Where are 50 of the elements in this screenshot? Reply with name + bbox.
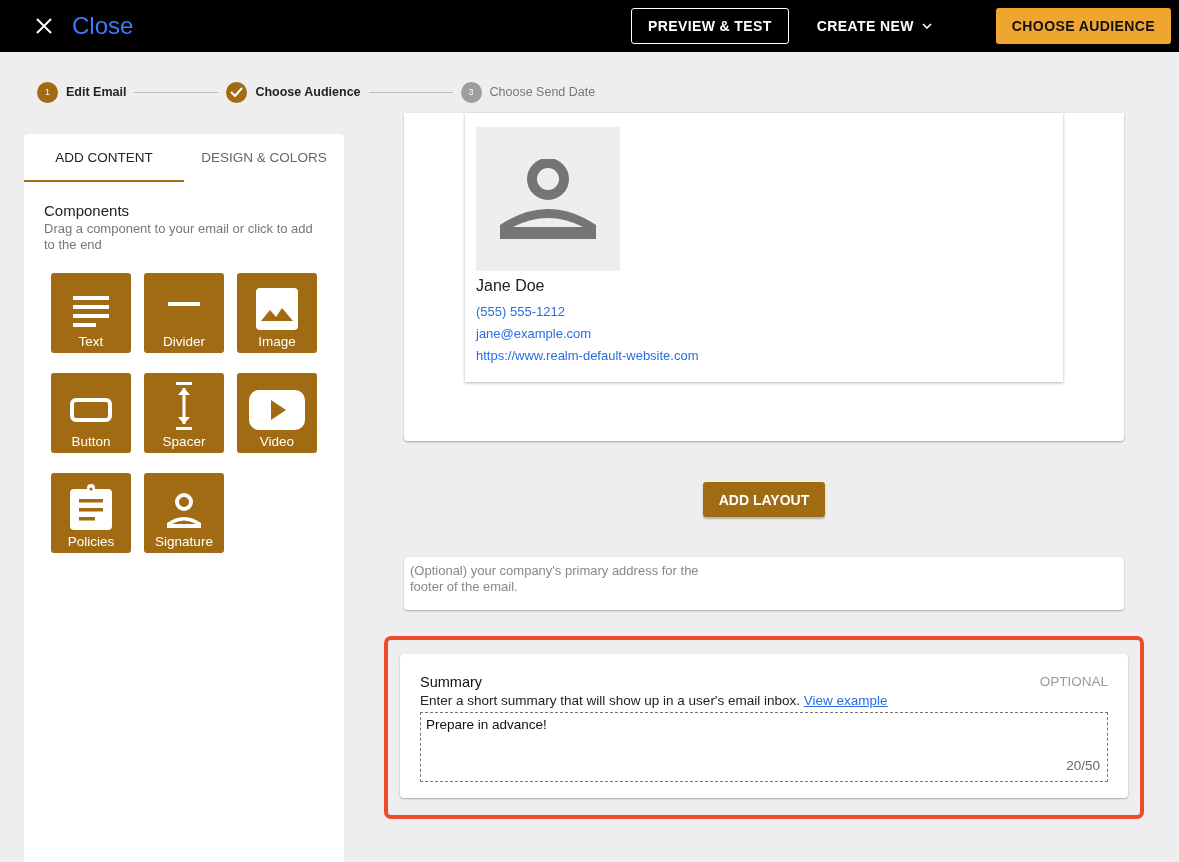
address-input[interactable]: (Optional) your company's primary address for the footer of the email. bbox=[410, 563, 710, 595]
step-label: Choose Send Date bbox=[489, 85, 596, 99]
step-number: 3 bbox=[460, 81, 482, 103]
image-icon bbox=[256, 288, 298, 330]
signature-link[interactable]: (555) 555-1212 bbox=[476, 301, 565, 323]
sidebar-tab[interactable]: ADD CONTENT bbox=[24, 134, 184, 182]
step-label: Edit Email bbox=[66, 85, 127, 99]
text-icon bbox=[71, 294, 111, 330]
component-label: Policies bbox=[67, 534, 115, 549]
component-label: Divider bbox=[163, 334, 205, 349]
view-example-link[interactable]: View example bbox=[803, 693, 888, 708]
step-label: Choose Audience bbox=[255, 85, 361, 99]
summary-description: Enter a short summary that will show up in a user's email inbox. View example bbox=[420, 693, 889, 708]
signature-link[interactable]: https://www.realm-default-website.com bbox=[476, 345, 699, 367]
sidebar-tab[interactable]: DESIGN & COLORS bbox=[184, 134, 344, 182]
caret-icon bbox=[921, 23, 932, 29]
signature-name: Jane Doe bbox=[476, 277, 546, 295]
add-layout-button[interactable]: ADD LAYOUT bbox=[702, 482, 826, 517]
component-label: Signature bbox=[155, 534, 213, 549]
button-icon bbox=[70, 398, 112, 422]
component-tile[interactable]: Button bbox=[51, 373, 131, 453]
component-tile[interactable]: Image bbox=[237, 273, 317, 353]
char-counter: 20/50 bbox=[1066, 758, 1100, 773]
signature-link[interactable]: jane@example.com bbox=[476, 323, 592, 345]
header-button[interactable]: PREVIEW & TEST bbox=[630, 8, 789, 44]
component-tile[interactable]: Signature bbox=[144, 473, 224, 553]
component-tile[interactable]: Text bbox=[51, 273, 131, 353]
component-tile[interactable]: Policies bbox=[51, 473, 131, 553]
header-button[interactable]: CHOOSE AUDIENCE bbox=[995, 8, 1171, 44]
spacer-icon bbox=[174, 382, 194, 430]
component-tile[interactable]: Divider bbox=[144, 273, 224, 353]
component-label: Text bbox=[78, 334, 104, 349]
signature-icon bbox=[165, 492, 203, 530]
component-label: Video bbox=[259, 434, 295, 449]
close-icon[interactable] bbox=[36, 18, 52, 34]
optional-label: OPTIONAL bbox=[1039, 674, 1108, 690]
person-icon bbox=[499, 159, 597, 239]
video-icon bbox=[249, 390, 305, 430]
component-label: Button bbox=[71, 434, 111, 449]
address-field[interactable]: (Optional) your company's primary address for the footer of the email. bbox=[404, 557, 1124, 610]
component-label: Spacer bbox=[162, 434, 206, 449]
close-link[interactable]: Close bbox=[72, 12, 134, 40]
summary-title: Summary bbox=[420, 674, 483, 690]
step-number: 1 bbox=[37, 81, 58, 103]
component-label: Image bbox=[258, 334, 296, 349]
component-tile[interactable]: Video bbox=[237, 373, 317, 453]
components-description: Drag a component to your email or click to add to the end bbox=[44, 221, 314, 253]
components-title: Components bbox=[44, 202, 131, 219]
component-tile[interactable]: Spacer bbox=[144, 373, 224, 453]
policies-icon bbox=[70, 484, 112, 530]
